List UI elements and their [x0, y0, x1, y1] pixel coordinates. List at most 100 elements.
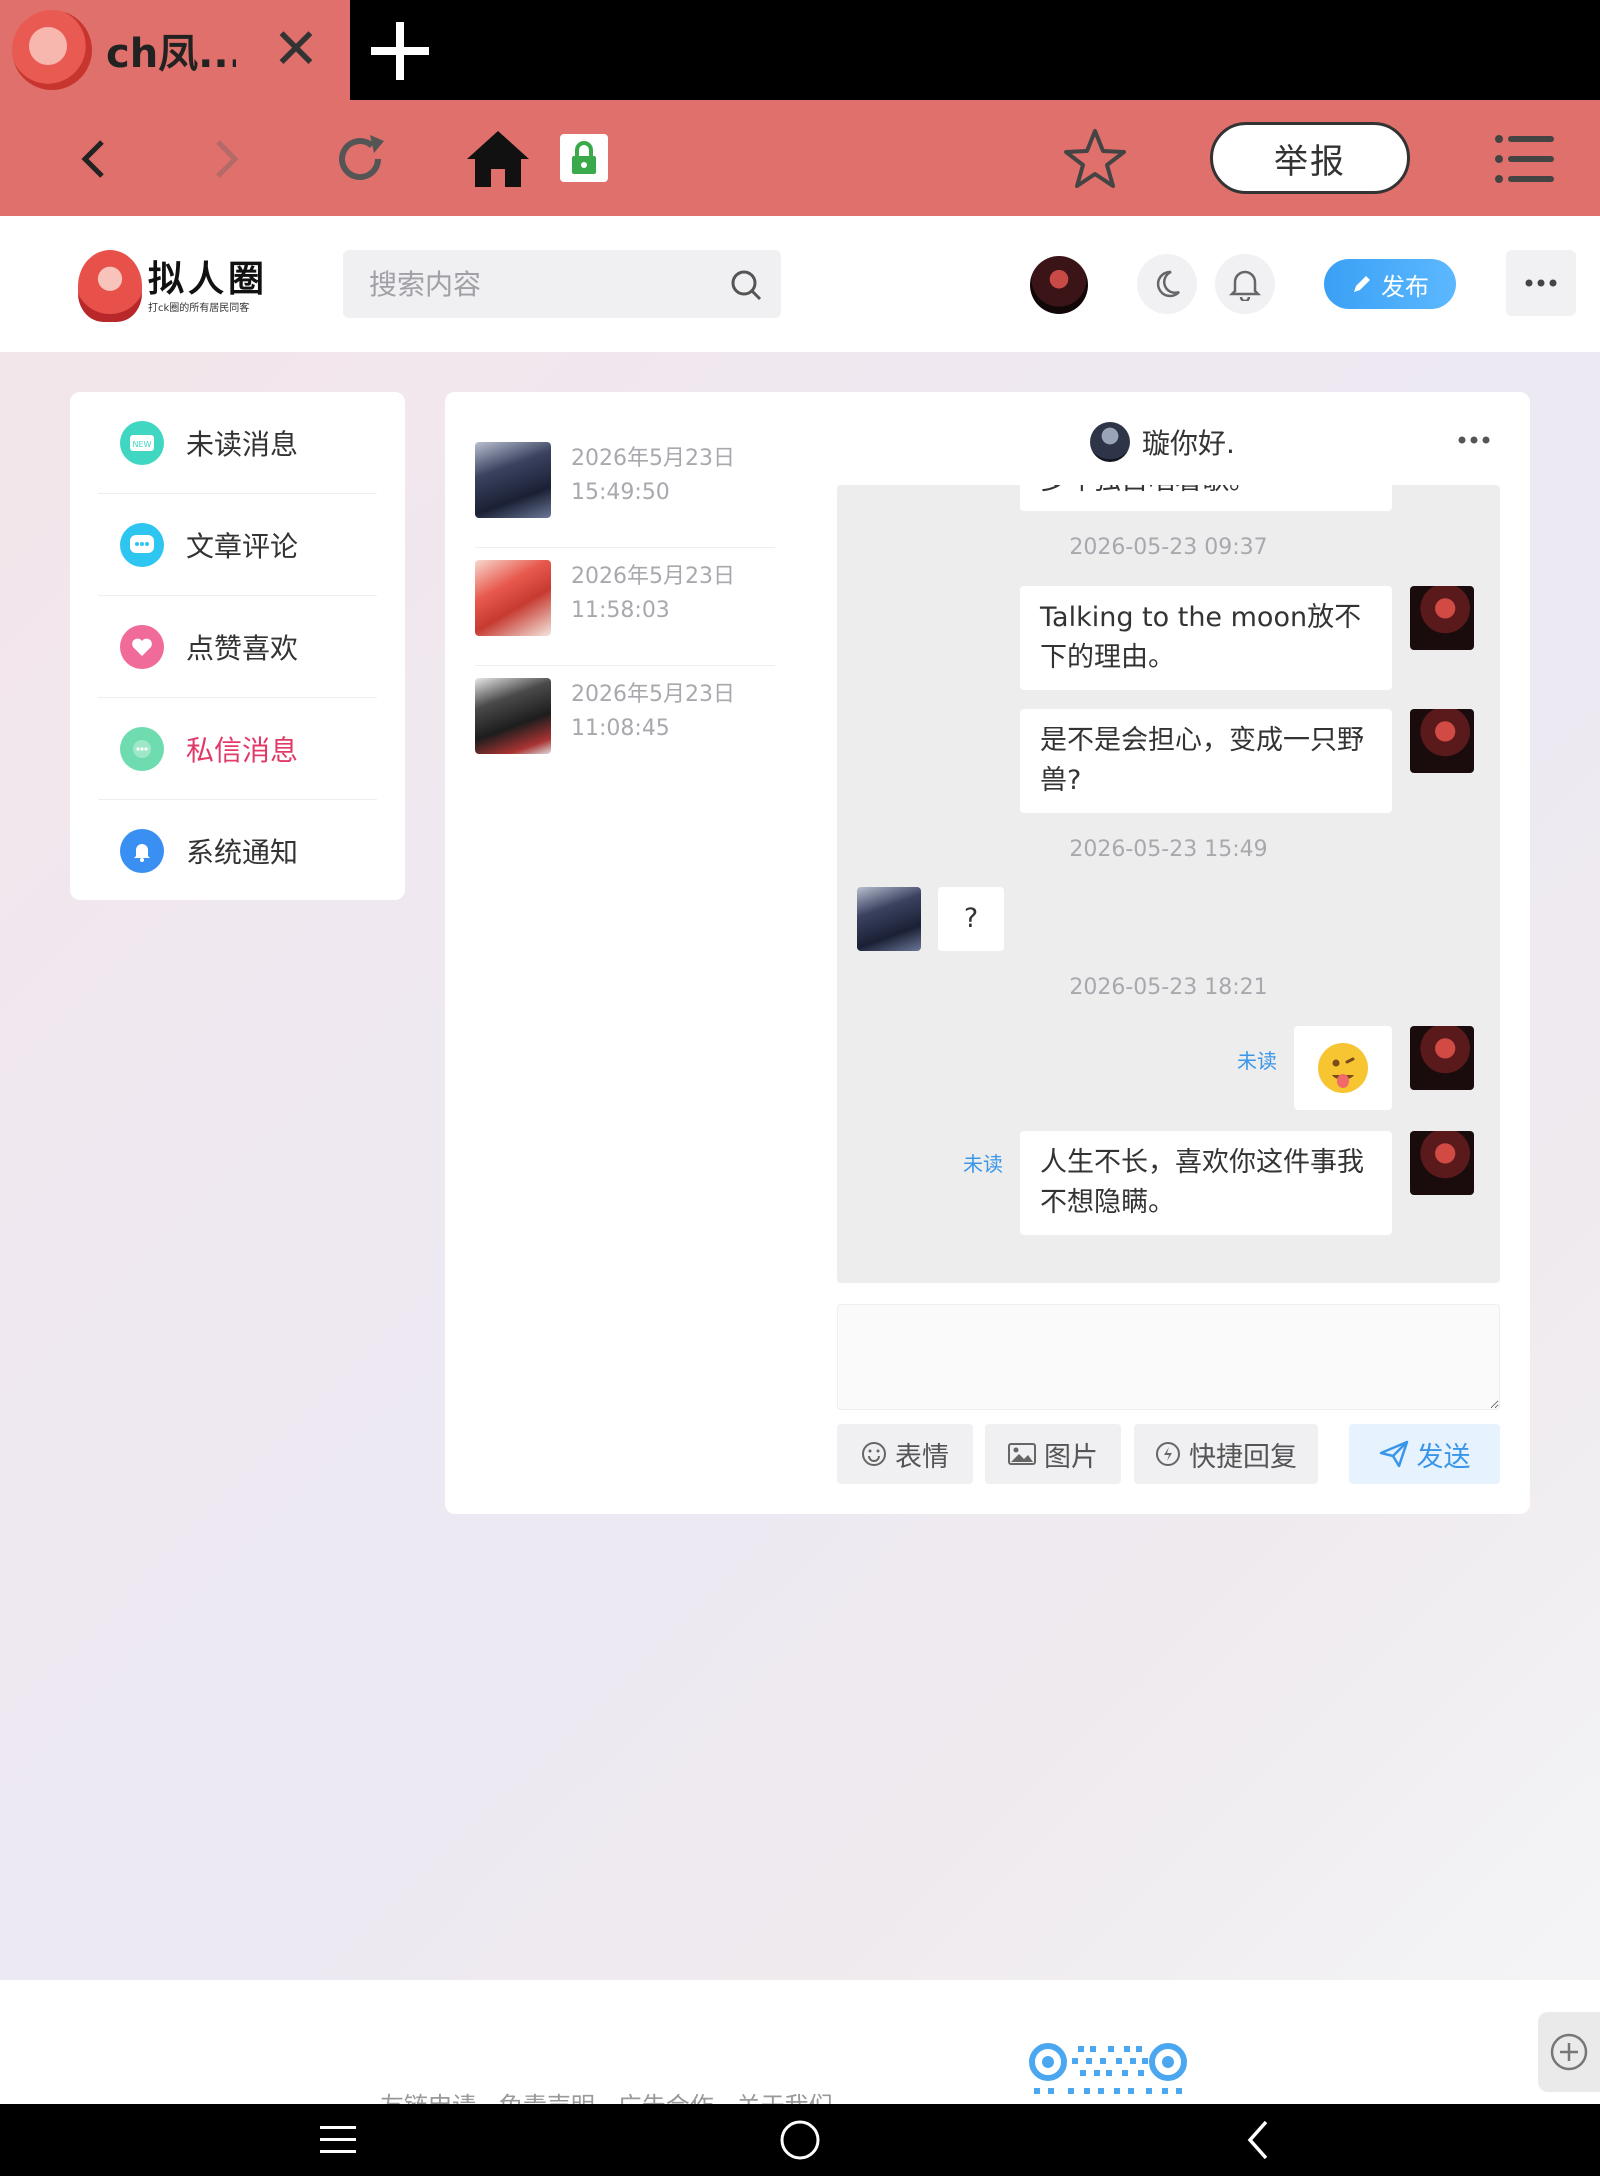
recent-apps-icon[interactable]: [314, 2116, 362, 2164]
chat-peer-name: 璇你好.: [1142, 427, 1235, 460]
menu-list-icon[interactable]: [1490, 124, 1560, 194]
comment-icon: [120, 522, 164, 567]
peer-avatar: [857, 887, 921, 951]
message-bubble: 多年独自唱着歌。: [1020, 485, 1392, 511]
menu-label-comments: 文章评论: [186, 529, 299, 563]
emoji-message-bubble: [1294, 1026, 1392, 1110]
message-bubble: 人生不长，喜欢你这件事我不想隐瞒。: [1020, 1131, 1392, 1235]
conversation-item[interactable]: 2026年5月23日 11:58:03: [475, 548, 775, 666]
message-timestamp: 2026-05-23 18:21: [1069, 975, 1268, 1000]
publish-button[interactable]: 发布: [1324, 259, 1456, 309]
floating-add-button[interactable]: [1538, 2012, 1600, 2092]
report-button[interactable]: 举报: [1210, 122, 1410, 194]
qr-code-image: [1029, 2043, 1187, 2094]
send-button[interactable]: 发送: [1349, 1424, 1500, 1484]
image-button-label: 图片: [1044, 1441, 1098, 1473]
smiley-icon: [862, 1442, 886, 1466]
bell-icon: [120, 829, 164, 873]
home-nav-icon[interactable]: [776, 2116, 824, 2164]
send-button-label: 发送: [1416, 1441, 1471, 1473]
close-tab-icon[interactable]: ✕: [268, 22, 324, 78]
conversation-avatar: [475, 678, 551, 754]
quick-reply-icon: [1156, 1442, 1180, 1466]
sender-avatar: [1410, 709, 1474, 773]
conversation-avatar: [475, 560, 551, 636]
message-input[interactable]: [837, 1304, 1500, 1410]
back-icon[interactable]: [60, 124, 130, 194]
conversation-time: 11:58:03: [571, 598, 670, 623]
home-icon[interactable]: [463, 124, 533, 194]
search-input[interactable]: [369, 267, 709, 301]
conversation-item[interactable]: 2026年5月23日 15:49:50: [475, 430, 775, 548]
new-badge-icon: NEW: [120, 420, 164, 465]
menu-item-comments[interactable]: 文章评论: [98, 494, 377, 596]
menu-label-unread: 未读消息: [186, 427, 299, 461]
image-button[interactable]: 图片: [985, 1424, 1121, 1484]
back-nav-icon[interactable]: [1236, 2116, 1284, 2164]
more-options-button[interactable]: [1506, 250, 1576, 316]
conversation-time: 11:08:45: [571, 716, 670, 741]
emoji-button-label: 表情: [895, 1441, 949, 1473]
search-box[interactable]: [343, 250, 781, 318]
message-menu: NEW 未读消息 文章评论 点赞喜欢 私信消息 系统通知: [70, 392, 405, 900]
logo-title: 拟人圈: [148, 257, 269, 300]
new-tab-icon[interactable]: [365, 16, 435, 86]
menu-item-system[interactable]: 系统通知: [98, 800, 377, 902]
svg-text:NEW: NEW: [133, 440, 152, 449]
moon-icon: [1156, 270, 1180, 298]
quick-reply-button-label: 快捷回复: [1189, 1441, 1297, 1473]
heart-icon: [120, 624, 164, 669]
unread-tag: 未读: [963, 1152, 1003, 1176]
conversation-avatar: [475, 442, 551, 518]
conversation-date: 2026年5月23日: [571, 682, 735, 707]
notifications-button[interactable]: [1215, 254, 1275, 314]
menu-item-unread[interactable]: NEW 未读消息: [98, 392, 377, 494]
browser-tab[interactable]: ch凤... ✕: [0, 0, 350, 100]
chat-header: 璇你好.: [1090, 420, 1490, 464]
message-bubble: Talking to the moon放不下的理由。: [1020, 586, 1392, 690]
bell-icon: [1229, 270, 1261, 301]
plus-circle-icon: [1550, 2033, 1588, 2071]
bookmark-star-icon[interactable]: [1060, 124, 1130, 194]
publish-label: 发布: [1381, 272, 1429, 301]
conversation-item[interactable]: 2026年5月23日 11:08:45: [475, 666, 775, 784]
pencil-icon: [1354, 276, 1370, 292]
ellipsis-icon: [1525, 279, 1557, 287]
tab-title: ch凤...: [106, 31, 236, 77]
conversation-date: 2026年5月23日: [571, 446, 735, 471]
forward-icon[interactable]: [190, 124, 260, 194]
conversation-date: 2026年5月23日: [571, 564, 735, 589]
message-bubble: ?: [938, 887, 1004, 951]
conversation-list: 2026年5月23日 15:49:50 2026年5月23日 11:58:03 …: [475, 430, 775, 784]
chat-peer-avatar[interactable]: [1090, 422, 1130, 462]
menu-item-likes[interactable]: 点赞喜欢: [98, 596, 377, 698]
user-avatar[interactable]: [1030, 256, 1088, 314]
sender-avatar: [1410, 1131, 1474, 1195]
chat-more-icon[interactable]: [1454, 428, 1494, 452]
tongue-out-emoji-icon: [1318, 1043, 1368, 1093]
reload-icon[interactable]: [325, 124, 395, 194]
menu-item-private-messages[interactable]: 私信消息: [98, 698, 377, 800]
dark-mode-toggle[interactable]: [1137, 254, 1197, 314]
unread-tag: 未读: [1237, 1049, 1277, 1073]
secure-lock-icon[interactable]: [560, 134, 608, 182]
site-logo[interactable]: 拟人圈 打ck圈的所有居民同客: [78, 248, 278, 324]
emoji-button[interactable]: 表情: [837, 1424, 973, 1484]
logo-subtitle: 打ck圈的所有居民同客: [148, 302, 250, 314]
search-icon[interactable]: [729, 268, 763, 302]
message-history[interactable]: 多年独自唱着歌。 2026-05-23 09:37 Talking to the…: [837, 485, 1500, 1283]
quick-reply-button[interactable]: 快捷回复: [1134, 1424, 1318, 1484]
message-timestamp: 2026-05-23 09:37: [1069, 535, 1268, 560]
conversation-time: 15:49:50: [571, 480, 670, 505]
sender-avatar: [1410, 1026, 1474, 1090]
image-icon: [1008, 1443, 1036, 1465]
chat-icon: [120, 726, 164, 771]
menu-label-private-messages: 私信消息: [186, 733, 299, 767]
tab-favicon-icon: [12, 10, 92, 90]
message-bubble: 是不是会担心，变成一只野兽?: [1020, 709, 1392, 813]
paper-plane-icon: [1379, 1440, 1408, 1468]
logo-mascot-icon: [78, 250, 142, 322]
menu-label-system: 系统通知: [186, 836, 299, 869]
menu-label-likes: 点赞喜欢: [186, 631, 299, 665]
sender-avatar: [1410, 586, 1474, 650]
